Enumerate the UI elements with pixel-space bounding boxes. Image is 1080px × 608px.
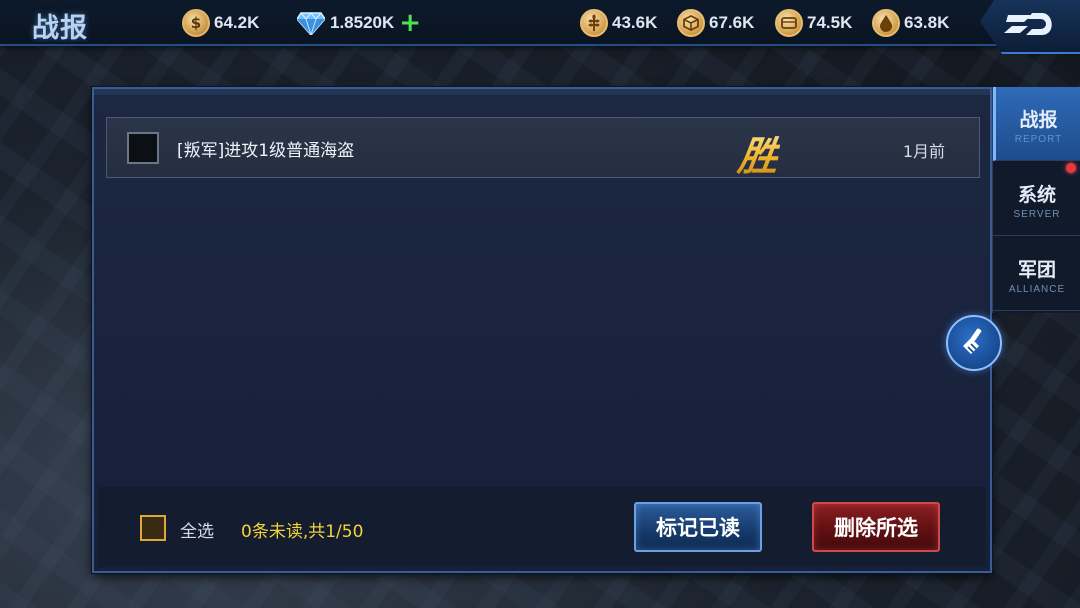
game-logo-icon — [1002, 9, 1058, 43]
tab-system[interactable]: 系统 SERVER — [993, 162, 1080, 236]
row-checkbox[interactable] — [127, 132, 159, 164]
gems-value: 1.8520K — [330, 13, 395, 32]
stone-resource[interactable]: 74.5K — [775, 8, 852, 38]
tab-alliance[interactable]: 军团 ALLIANCE — [993, 237, 1080, 311]
footer-bar: 全选 0条未读,共1/50 标记已读 删除所选 — [98, 487, 986, 567]
food-resource[interactable]: 43.6K — [580, 8, 657, 38]
gems-resource[interactable]: 1.8520K + — [296, 8, 421, 38]
tab-report-label: 战报 — [1019, 109, 1058, 131]
report-panel: [叛军]进攻1级普通海盗 胜 1月前 全选 0条未读,共1/50 标记已读 删除… — [92, 87, 992, 573]
tab-alliance-sub: ALLIANCE — [1008, 284, 1066, 295]
oil-value: 63.8K — [904, 13, 950, 32]
tab-alliance-label: 军团 — [1017, 259, 1056, 281]
select-all-checkbox[interactable] — [140, 515, 166, 541]
report-list[interactable]: [叛军]进攻1级普通海盗 胜 1月前 — [98, 99, 986, 485]
wood-value: 67.6K — [709, 13, 755, 32]
tab-report[interactable]: 战报 REPORT — [993, 87, 1080, 161]
tab-system-sub: SERVER — [1013, 209, 1061, 220]
crate-icon — [677, 9, 705, 37]
category-tabs: 战报 REPORT 系统 SERVER 军团 ALLIANCE — [992, 87, 1080, 313]
stone-block-icon — [775, 9, 803, 37]
clear-reports-button[interactable] — [946, 315, 1002, 371]
top-bar: 战报 $ 64.2K 1.8520K + 43.6K 67.6K 74.5K 6… — [0, 0, 1080, 54]
report-time: 1月前 — [902, 142, 945, 161]
food-value: 43.6K — [612, 13, 658, 32]
report-title: [叛军]进攻1级普通海盗 — [177, 141, 355, 161]
wood-resource[interactable]: 67.6K — [677, 8, 754, 38]
tab-report-sub: REPORT — [1014, 134, 1063, 145]
mark-read-button[interactable]: 标记已读 — [634, 502, 762, 552]
game-logo[interactable] — [980, 0, 1080, 54]
broom-icon — [959, 326, 989, 360]
unread-summary: 0条未读,共1/50 — [241, 522, 364, 542]
oil-resource[interactable]: 63.8K — [872, 8, 949, 38]
diamond-icon — [296, 9, 326, 37]
page-title: 战报 — [32, 13, 88, 44]
oil-drop-icon — [872, 9, 900, 37]
silver-value: 64.2K — [214, 13, 260, 32]
stone-value: 74.5K — [807, 13, 853, 32]
notification-dot — [1066, 163, 1076, 173]
victory-label: 胜 — [735, 124, 783, 182]
silver-coin-icon: $ — [182, 9, 210, 37]
tab-system-label: 系统 — [1017, 184, 1056, 206]
silver-resource[interactable]: $ 64.2K — [182, 8, 259, 38]
delete-selected-button[interactable]: 删除所选 — [812, 502, 940, 552]
wheat-icon — [580, 9, 608, 37]
report-row[interactable]: [叛军]进攻1级普通海盗 胜 1月前 — [106, 117, 980, 180]
add-gems-button[interactable]: + — [399, 10, 421, 36]
select-all-label[interactable]: 全选 — [180, 517, 214, 542]
